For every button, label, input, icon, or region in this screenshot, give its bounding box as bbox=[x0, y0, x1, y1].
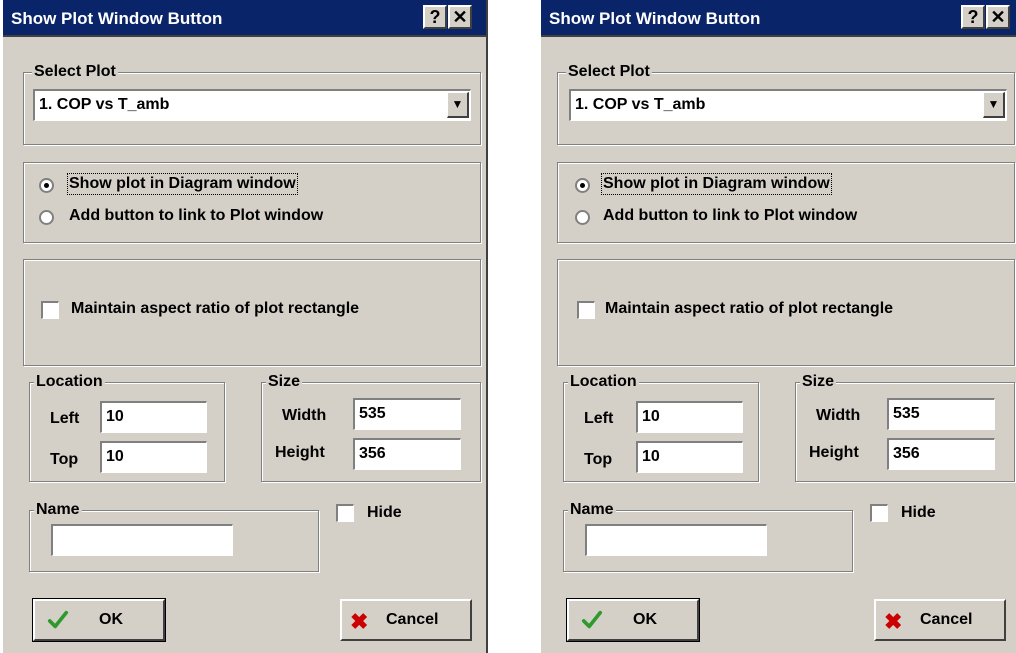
hide-label[interactable]: Hide bbox=[367, 504, 402, 522]
help-button[interactable]: ? bbox=[961, 5, 985, 29]
hide-checkbox[interactable] bbox=[870, 504, 888, 522]
maintain-aspect-label[interactable]: Maintain aspect ratio of plot rectangle bbox=[605, 300, 893, 318]
cancel-label: Cancel bbox=[920, 611, 973, 628]
title-bar[interactable]: Show Plot Window Button ? ✕ bbox=[541, 0, 1016, 37]
chevron-down-icon[interactable]: ▼ bbox=[983, 92, 1005, 118]
show-in-diagram-label[interactable]: Show plot in Diagram window bbox=[601, 173, 832, 195]
top-input[interactable]: 10 bbox=[100, 441, 207, 473]
select-plot-legend: Select Plot bbox=[32, 63, 118, 81]
width-input[interactable]: 535 bbox=[353, 398, 461, 430]
dialog-title: Show Plot Window Button bbox=[549, 9, 761, 28]
name-legend: Name bbox=[34, 501, 82, 519]
add-link-button-radio[interactable] bbox=[39, 210, 54, 225]
select-plot-value: 1. COP vs T_amb bbox=[575, 96, 706, 113]
cancel-button[interactable]: ✖ Cancel bbox=[340, 599, 472, 641]
select-plot-legend: Select Plot bbox=[566, 63, 652, 81]
name-input[interactable] bbox=[585, 524, 767, 556]
show-in-diagram-radio[interactable] bbox=[39, 178, 54, 193]
add-link-button-label[interactable]: Add button to link to Plot window bbox=[603, 207, 857, 225]
close-button[interactable]: ✕ bbox=[448, 5, 472, 29]
size-legend: Size bbox=[800, 373, 837, 391]
ok-label: OK bbox=[99, 611, 123, 628]
cancel-label: Cancel bbox=[386, 611, 439, 628]
left-label: Left bbox=[584, 410, 614, 427]
top-label: Top bbox=[50, 451, 79, 468]
ok-button[interactable]: OK bbox=[32, 598, 166, 642]
location-legend: Location bbox=[34, 373, 105, 391]
left-input[interactable]: 10 bbox=[636, 401, 743, 433]
show-plot-window-button-dialog: Show Plot Window Button ? ✕ Select Plot … bbox=[540, 0, 1016, 653]
top-input[interactable]: 10 bbox=[636, 441, 743, 473]
maintain-aspect-checkbox[interactable] bbox=[41, 301, 59, 319]
maintain-aspect-checkbox[interactable] bbox=[577, 301, 595, 319]
select-plot-value: 1. COP vs T_amb bbox=[39, 96, 170, 113]
chevron-down-icon[interactable]: ▼ bbox=[447, 92, 469, 118]
help-button[interactable]: ? bbox=[423, 5, 447, 29]
add-link-button-label[interactable]: Add button to link to Plot window bbox=[69, 207, 323, 225]
check-icon bbox=[47, 610, 69, 629]
dialog-title: Show Plot Window Button bbox=[11, 9, 223, 28]
ok-button[interactable]: OK bbox=[566, 598, 700, 642]
cancel-button[interactable]: ✖ Cancel bbox=[874, 599, 1006, 641]
size-legend: Size bbox=[266, 373, 303, 391]
height-label: Height bbox=[275, 444, 325, 461]
width-input[interactable]: 535 bbox=[887, 398, 995, 430]
left-label: Left bbox=[50, 410, 80, 427]
show-plot-window-button-dialog: Show Plot Window Button ? ✕ Select Plot … bbox=[2, 0, 488, 653]
ok-label: OK bbox=[633, 611, 657, 628]
x-icon: ✖ bbox=[884, 609, 903, 634]
x-icon: ✖ bbox=[350, 609, 369, 634]
hide-checkbox[interactable] bbox=[336, 504, 354, 522]
title-bar[interactable]: Show Plot Window Button ? ✕ bbox=[3, 0, 486, 37]
height-label: Height bbox=[809, 444, 859, 461]
maintain-aspect-label[interactable]: Maintain aspect ratio of plot rectangle bbox=[71, 300, 359, 318]
close-button[interactable]: ✕ bbox=[986, 5, 1010, 29]
add-link-button-radio[interactable] bbox=[575, 210, 590, 225]
height-input[interactable]: 356 bbox=[887, 438, 995, 470]
name-legend: Name bbox=[568, 501, 616, 519]
hide-label[interactable]: Hide bbox=[901, 504, 936, 522]
name-input[interactable] bbox=[51, 524, 233, 556]
select-plot-dropdown[interactable]: 1. COP vs T_amb ▼ bbox=[33, 89, 471, 121]
show-in-diagram-radio[interactable] bbox=[575, 178, 590, 193]
check-icon bbox=[581, 610, 603, 629]
show-in-diagram-label[interactable]: Show plot in Diagram window bbox=[67, 173, 298, 195]
top-label: Top bbox=[584, 451, 613, 468]
left-input[interactable]: 10 bbox=[100, 401, 207, 433]
height-input[interactable]: 356 bbox=[353, 438, 461, 470]
select-plot-dropdown[interactable]: 1. COP vs T_amb ▼ bbox=[569, 89, 1007, 121]
location-legend: Location bbox=[568, 373, 639, 391]
width-label: Width bbox=[282, 407, 327, 424]
width-label: Width bbox=[816, 407, 861, 424]
